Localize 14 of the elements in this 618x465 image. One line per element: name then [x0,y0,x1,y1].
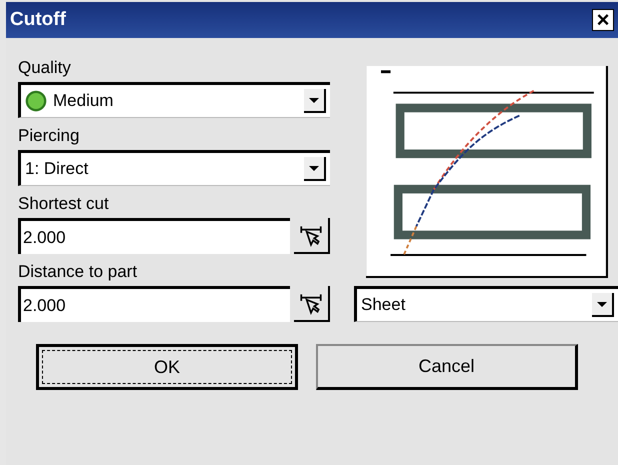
input-field[interactable]: 2.000 [18,286,290,322]
window-title: Cutoff [10,9,66,31]
field-label: Shortest cut [18,194,110,214]
ok-button[interactable]: OK [36,344,298,390]
piercing-dropdown[interactable]: 1: Direct [18,150,330,186]
status-dot-icon [25,90,47,112]
cancel-button[interactable]: Cancel [316,344,578,390]
quality-dropdown[interactable]: Medium [18,82,330,118]
close-button[interactable]: × [592,9,614,31]
input-field[interactable]: 2.000 [18,218,290,254]
field-label: Distance to part [18,262,138,282]
field-label: Quality [18,58,72,78]
field-label: Piercing [18,126,80,146]
view-dropdown[interactable]: Sheet [354,286,618,322]
